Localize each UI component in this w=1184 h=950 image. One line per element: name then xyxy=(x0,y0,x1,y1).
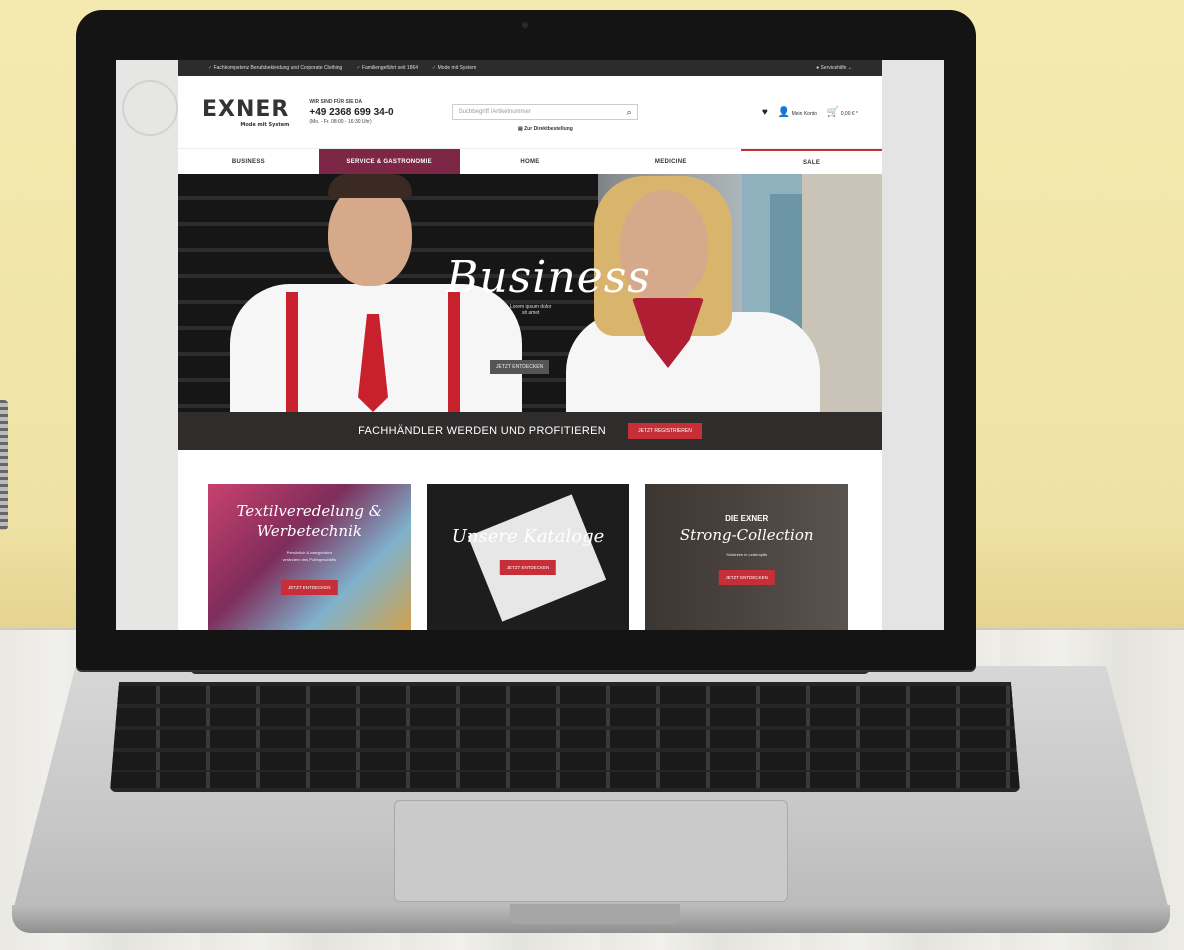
suspender-left xyxy=(286,292,298,412)
key-row xyxy=(110,686,1020,704)
nav-item-home[interactable]: HOME xyxy=(460,149,601,175)
tile-subtitle: verändern des Pullingeschäfts xyxy=(282,557,337,562)
key-row xyxy=(110,708,1020,726)
register-button[interactable]: JETZT REGISTRIEREN xyxy=(628,423,702,439)
tile-discover-button[interactable]: JETZT ENTDECKEN xyxy=(281,580,338,595)
direct-order-label: Zur Direktbestellung xyxy=(524,126,573,132)
usp-item: ✓ Fachkompetenz Berufsbekleidung und Cor… xyxy=(208,65,342,71)
hero-banner: Business Lorem ipsum dolor sit amet JETZ… xyxy=(178,174,882,412)
nav-item-business[interactable]: BUSINESS xyxy=(178,149,319,175)
suspender-right xyxy=(448,292,460,412)
man-hair xyxy=(328,174,412,198)
lid-notch xyxy=(510,904,680,924)
logo-tagline: Mode mit System xyxy=(240,121,290,128)
hero-subtitle: Lorem ipsum dolor sit amet xyxy=(510,304,551,316)
tile-kataloge[interactable]: Unsere Kataloge JETZT ENTDECKEN xyxy=(426,484,630,630)
background-left xyxy=(116,60,178,630)
tile-discover-button[interactable]: JETZT ENTDECKEN xyxy=(718,570,775,585)
key-row xyxy=(110,752,1020,770)
search-icon[interactable]: ⌕ xyxy=(627,107,632,118)
exner-logo[interactable]: EXNER Mode mit System xyxy=(202,97,289,128)
hero-title: Business xyxy=(446,252,651,303)
stamp-graphic xyxy=(122,80,178,136)
tile-title: Unsere Kataloge xyxy=(451,526,605,547)
account-label: Mein Konto xyxy=(791,110,817,117)
background-right xyxy=(882,60,944,630)
search-placeholder: Suchbegriff /Artikelnummer xyxy=(458,109,531,115)
mug-edge xyxy=(0,400,8,530)
tile-strong-collection[interactable]: DIE EXNER Strong-Collection Schürzen in … xyxy=(645,484,849,630)
dealer-promo-bar: FACHHÄNDLER WERDEN UND PROFITIEREN JETZT… xyxy=(178,412,882,450)
hero-subtitle-line: sit amet xyxy=(521,310,540,316)
search-input[interactable]: Suchbegriff /Artikelnummer ⌕ xyxy=(451,104,638,120)
phone-number[interactable]: +49 2368 699 34-0 xyxy=(309,106,393,119)
account-link[interactable]: 👤 Mein Konto xyxy=(778,107,817,118)
usp-text: Mode mit System xyxy=(437,65,477,71)
key-row xyxy=(110,730,1020,748)
feature-tiles: Textilveredelung & Werbetechnik Persönli… xyxy=(208,484,849,630)
laptop-lid: ✓ Fachkompetenz Berufsbekleidung und Cor… xyxy=(76,10,976,670)
hero-discover-button[interactable]: JETZT ENTDECKEN xyxy=(490,360,550,374)
tile-title: Werbetechnik xyxy=(256,522,362,540)
user-icon: 👤 xyxy=(777,106,791,118)
usp-item: ✓ Mode mit System xyxy=(432,65,476,71)
tile-subtitle: Persönlich & kategorisiert xyxy=(286,550,333,555)
check-icon: ✓ xyxy=(432,65,437,71)
promo-text: FACHHÄNDLER WERDEN UND PROFITIEREN xyxy=(358,425,607,437)
opening-hours: (Mo. - Fr. 08:00 - 16:30 Uhr) xyxy=(309,118,372,125)
main-nav: BUSINESS SERVICE & GASTRONOMIE HOME MEDI… xyxy=(178,148,882,175)
check-icon: ✓ xyxy=(356,65,361,71)
catalog-paper xyxy=(467,494,606,622)
laptop-screen: ✓ Fachkompetenz Berufsbekleidung und Cor… xyxy=(116,60,944,630)
service-menu[interactable]: ● Servicehilfe ⌄ xyxy=(816,65,852,71)
cart-icon: 🛒 xyxy=(826,106,840,118)
usp-text: Familiengeführt seit 1864 xyxy=(361,65,419,71)
tile-caption: DIE EXNER xyxy=(725,514,769,523)
tile-title: Textilveredelung & xyxy=(236,502,383,520)
touchpad xyxy=(394,800,788,902)
direct-order-link[interactable]: ▤ Zur Direktbestellung xyxy=(518,126,573,132)
usp-bar: ✓ Fachkompetenz Berufsbekleidung und Cor… xyxy=(178,60,882,76)
header-actions: ♥ 👤 Mein Konto 🛒 0,00 € * xyxy=(762,107,858,118)
service-label: Servicehilfe xyxy=(820,65,847,71)
cart-total: 0,00 € * xyxy=(840,110,858,117)
tile-title: Strong-Collection xyxy=(679,526,814,544)
check-icon: ✓ xyxy=(208,65,213,71)
logo-text: EXNER xyxy=(202,96,290,122)
tile-discover-button[interactable]: JETZT ENTDECKEN xyxy=(499,560,557,575)
nav-item-sale[interactable]: SALE xyxy=(741,149,882,175)
tile-subtitle: Schürzen in Lederoptik xyxy=(726,552,768,557)
cart-link[interactable]: 🛒 0,00 € * xyxy=(827,107,858,118)
camera-icon xyxy=(522,22,528,28)
site-header: EXNER Mode mit System WIR SIND FÜR SIE D… xyxy=(178,76,882,148)
nav-item-medicine[interactable]: MEDICINE xyxy=(600,149,741,175)
key-row xyxy=(110,772,1020,788)
usp-text: Fachkompetenz Berufsbekleidung und Corpo… xyxy=(213,65,343,71)
keyboard xyxy=(110,682,1020,792)
usp-item: ✓ Familiengeführt seit 1864 xyxy=(356,65,418,71)
nav-item-service-gastronomie[interactable]: SERVICE & GASTRONOMIE xyxy=(318,149,460,175)
heart-icon[interactable]: ♥ xyxy=(762,107,768,118)
tile-textilveredelung[interactable]: Textilveredelung & Werbetechnik Persönli… xyxy=(208,484,411,630)
exner-website: ✓ Fachkompetenz Berufsbekleidung und Cor… xyxy=(178,60,882,630)
hotline: WIR SIND FÜR SIE DA +49 2368 699 34-0 (M… xyxy=(309,99,393,125)
